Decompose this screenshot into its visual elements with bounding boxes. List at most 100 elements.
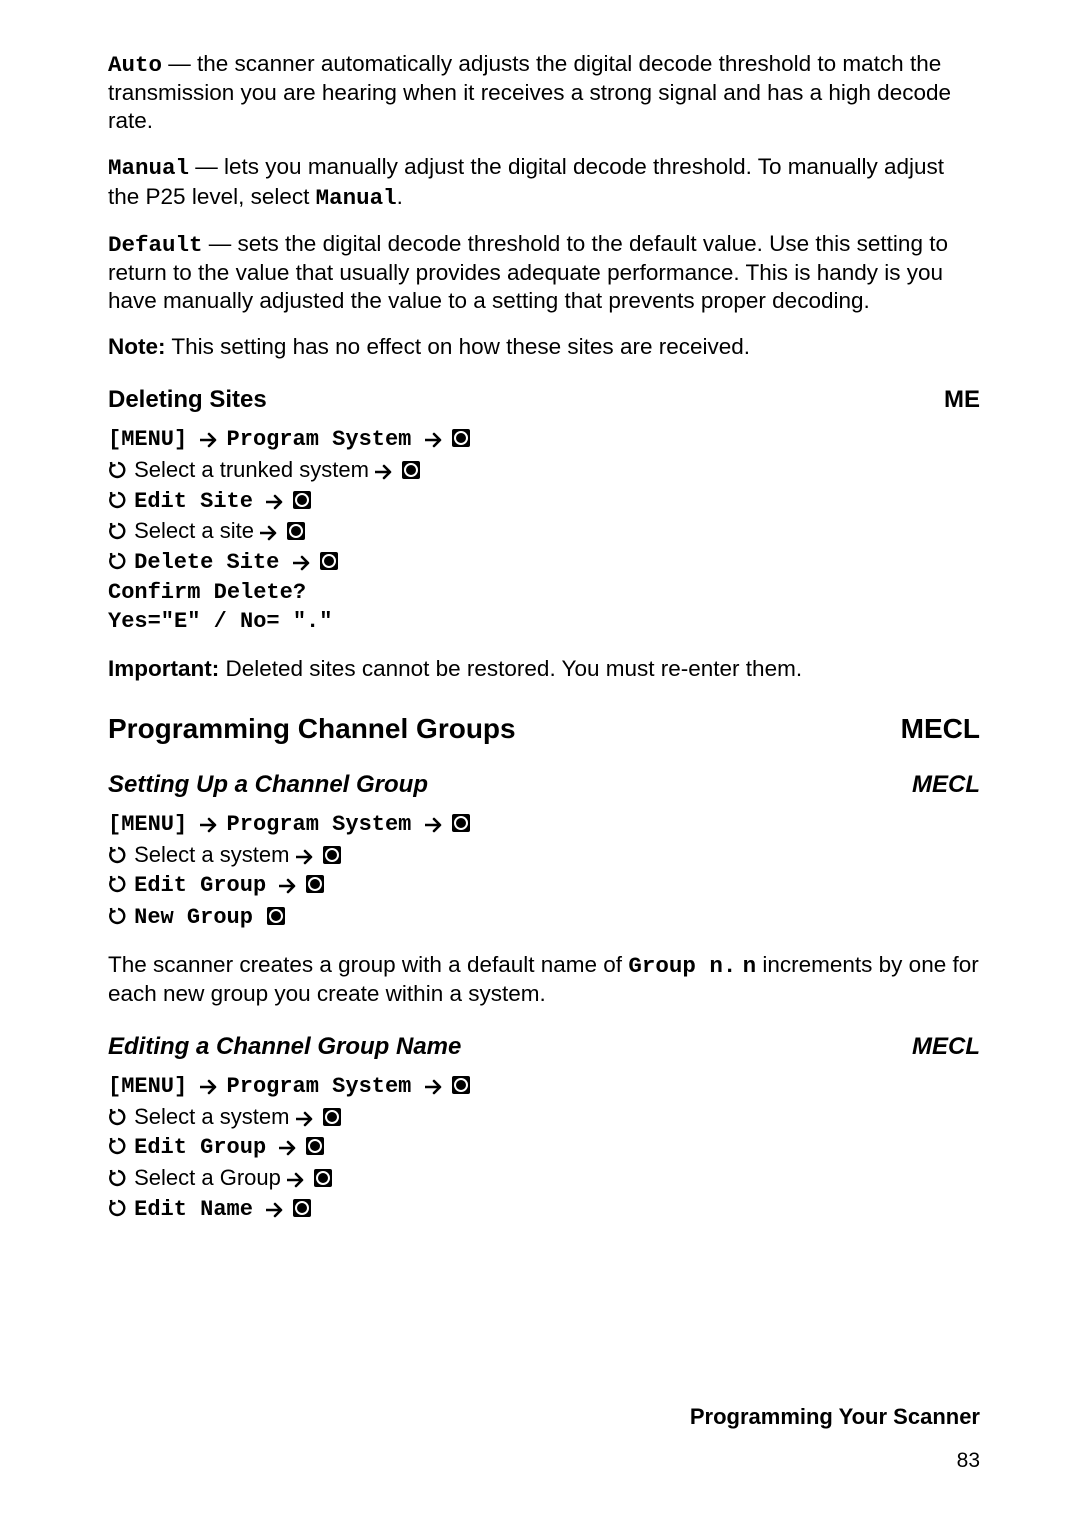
arrow-right-icon bbox=[266, 494, 286, 510]
step-line: Select a trunked system bbox=[108, 455, 980, 485]
arrow-right-icon bbox=[425, 817, 445, 833]
step-line: New Group bbox=[108, 901, 980, 933]
scroll-icon bbox=[108, 845, 128, 865]
step-line: [MENU] Program System bbox=[108, 1070, 980, 1102]
arrow-right-icon bbox=[293, 555, 313, 571]
scroll-icon bbox=[108, 874, 128, 894]
step-text: Select a site bbox=[134, 518, 260, 543]
heading-tag: MECL bbox=[912, 1032, 980, 1062]
paragraph-group-default-name: The scanner creates a group with a defau… bbox=[108, 951, 980, 1008]
important-label: Important: bbox=[108, 656, 219, 681]
scroll-icon bbox=[108, 906, 128, 926]
arrow-right-icon bbox=[296, 1111, 316, 1127]
scroll-icon bbox=[108, 1168, 128, 1188]
mono-text: n bbox=[743, 953, 757, 979]
footer-section-title: Programming Your Scanner bbox=[108, 1403, 980, 1431]
step-line: [MENU] Program System bbox=[108, 423, 980, 455]
step-text: Select a trunked system bbox=[134, 457, 375, 482]
step-line: Edit Group bbox=[108, 869, 980, 901]
term-default: Default bbox=[108, 232, 203, 258]
step-text: Program System bbox=[227, 812, 425, 837]
arrow-right-icon bbox=[266, 1202, 286, 1218]
steps-edit-group-name: [MENU] Program System Select a system Ed… bbox=[108, 1070, 980, 1224]
step-line: Select a Group bbox=[108, 1163, 980, 1193]
arrow-right-icon bbox=[260, 525, 280, 541]
enter-button-icon bbox=[305, 1136, 325, 1156]
heading-editing-channel-group-name: Editing a Channel Group Name MECL bbox=[108, 1032, 980, 1062]
enter-button-icon bbox=[305, 874, 325, 894]
note-text: This setting has no effect on how these … bbox=[166, 334, 751, 359]
heading-title: Deleting Sites bbox=[108, 385, 267, 415]
step-text: Edit Site bbox=[134, 489, 266, 514]
enter-button-icon bbox=[292, 1198, 312, 1218]
scroll-icon bbox=[108, 551, 128, 571]
arrow-right-icon bbox=[375, 464, 395, 480]
heading-deleting-sites: Deleting Sites ME bbox=[108, 385, 980, 415]
step-line: Edit Site bbox=[108, 485, 980, 517]
enter-button-icon bbox=[451, 813, 471, 833]
dash: — bbox=[189, 154, 224, 179]
arrow-right-icon bbox=[279, 1140, 299, 1156]
step-text: Edit Group bbox=[134, 873, 279, 898]
scroll-icon bbox=[108, 1136, 128, 1156]
term-auto: Auto bbox=[108, 52, 162, 78]
scroll-icon bbox=[108, 1198, 128, 1218]
step-text: Select a Group bbox=[134, 1165, 287, 1190]
text: the scanner automatically adjusts the di… bbox=[108, 51, 951, 133]
scroll-icon bbox=[108, 490, 128, 510]
term-manual-2: Manual bbox=[316, 185, 397, 211]
enter-button-icon bbox=[322, 845, 342, 865]
step-line: Select a system bbox=[108, 1102, 980, 1132]
dash: — bbox=[203, 231, 238, 256]
step-text: Program System bbox=[227, 427, 425, 452]
important-line: Important: Deleted sites cannot be resto… bbox=[108, 655, 980, 683]
enter-button-icon bbox=[451, 1075, 471, 1095]
arrow-right-icon bbox=[425, 1079, 445, 1095]
text: The scanner creates a group with a defau… bbox=[108, 952, 628, 977]
text: . bbox=[397, 184, 403, 209]
important-text: Deleted sites cannot be restored. You mu… bbox=[219, 656, 802, 681]
step-line: Select a site bbox=[108, 516, 980, 546]
enter-button-icon bbox=[292, 490, 312, 510]
note-line: Note: This setting has no effect on how … bbox=[108, 333, 980, 361]
step-text: Select a system bbox=[134, 842, 295, 867]
heading-setting-up-channel-group: Setting Up a Channel Group MECL bbox=[108, 770, 980, 800]
arrow-right-icon bbox=[200, 432, 220, 448]
dash: — bbox=[162, 51, 197, 76]
heading-tag: MECL bbox=[912, 770, 980, 800]
step-text: New Group bbox=[134, 905, 266, 930]
menu-key: [MENU] bbox=[108, 1074, 200, 1099]
step-text: Delete Site bbox=[134, 550, 292, 575]
menu-key: [MENU] bbox=[108, 427, 200, 452]
step-line: Edit Group bbox=[108, 1131, 980, 1163]
paragraph-auto: Auto — the scanner automatically adjusts… bbox=[108, 50, 980, 135]
page-number: 83 bbox=[108, 1448, 980, 1474]
steps-deleting-sites: [MENU] Program System Select a trunked s… bbox=[108, 423, 980, 637]
arrow-right-icon bbox=[200, 1079, 220, 1095]
step-text: Edit Name bbox=[134, 1197, 266, 1222]
enter-button-icon bbox=[401, 460, 421, 480]
heading-programming-channel-groups: Programming Channel Groups MECL bbox=[108, 711, 980, 746]
enter-button-icon bbox=[313, 1168, 333, 1188]
arrow-right-icon bbox=[296, 849, 316, 865]
heading-tag: ME bbox=[944, 385, 980, 415]
scroll-icon bbox=[108, 1107, 128, 1127]
paragraph-manual: Manual — lets you manually adjust the di… bbox=[108, 153, 980, 211]
step-text: Select a system bbox=[134, 1104, 295, 1129]
heading-title: Setting Up a Channel Group bbox=[108, 770, 428, 800]
step-line: Yes="E" / No= "." bbox=[108, 607, 980, 637]
enter-button-icon bbox=[266, 906, 286, 926]
step-line: Edit Name bbox=[108, 1193, 980, 1225]
steps-setup-group: [MENU] Program System Select a system Ed… bbox=[108, 808, 980, 933]
mono-text: Group n. bbox=[628, 953, 736, 979]
menu-key: [MENU] bbox=[108, 812, 200, 837]
step-line: [MENU] Program System bbox=[108, 808, 980, 840]
arrow-right-icon bbox=[200, 817, 220, 833]
enter-button-icon bbox=[451, 428, 471, 448]
step-line: Confirm Delete? bbox=[108, 578, 980, 608]
arrow-right-icon bbox=[425, 432, 445, 448]
scroll-icon bbox=[108, 521, 128, 541]
arrow-right-icon bbox=[279, 878, 299, 894]
enter-button-icon bbox=[322, 1107, 342, 1127]
text: lets you manually adjust the digital dec… bbox=[108, 154, 944, 208]
